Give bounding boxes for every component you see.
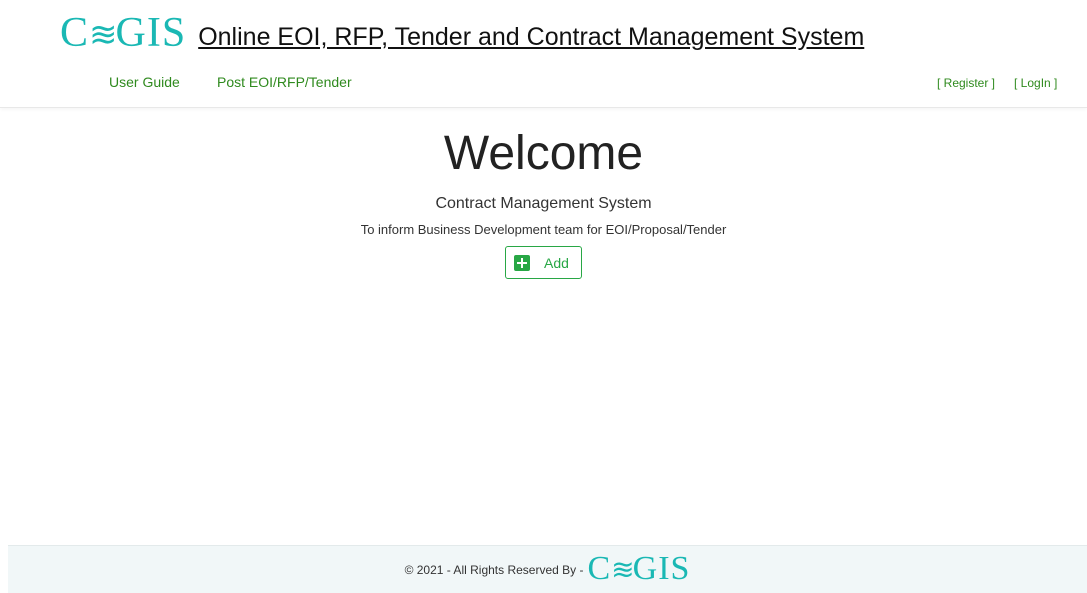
welcome-heading: Welcome — [443, 127, 644, 180]
brand-header: C≋GIS Online EOI, RFP, Tender and Contra… — [60, 8, 864, 56]
tagline: To inform Business Development team for … — [360, 222, 727, 237]
subtitle: Contract Management System — [435, 195, 652, 212]
add-button-label: Add — [544, 254, 569, 271]
nav-user-guide[interactable]: User Guide — [109, 74, 180, 90]
plus-icon — [514, 254, 531, 271]
login-link[interactable]: [ LogIn ] — [1014, 76, 1057, 90]
add-button[interactable]: Add — [505, 246, 582, 279]
footer-cegis-logo: C≋GIS — [587, 550, 691, 587]
navbar: User Guide Post EOI/RFP/Tender [ Registe… — [0, 64, 1087, 108]
main-content: Welcome Contract Management System To in… — [0, 108, 1087, 279]
footer: © 2021 - All Rights Reserved By - C≋GIS — [8, 545, 1087, 593]
cegis-logo: C≋GIS — [60, 10, 187, 56]
copyright-text: © 2021 - All Rights Reserved By - — [404, 562, 584, 577]
site-title-link[interactable]: Online EOI, RFP, Tender and Contract Man… — [198, 18, 864, 56]
nav-post-eoi[interactable]: Post EOI/RFP/Tender — [217, 74, 352, 90]
register-link[interactable]: [ Register ] — [937, 76, 995, 90]
